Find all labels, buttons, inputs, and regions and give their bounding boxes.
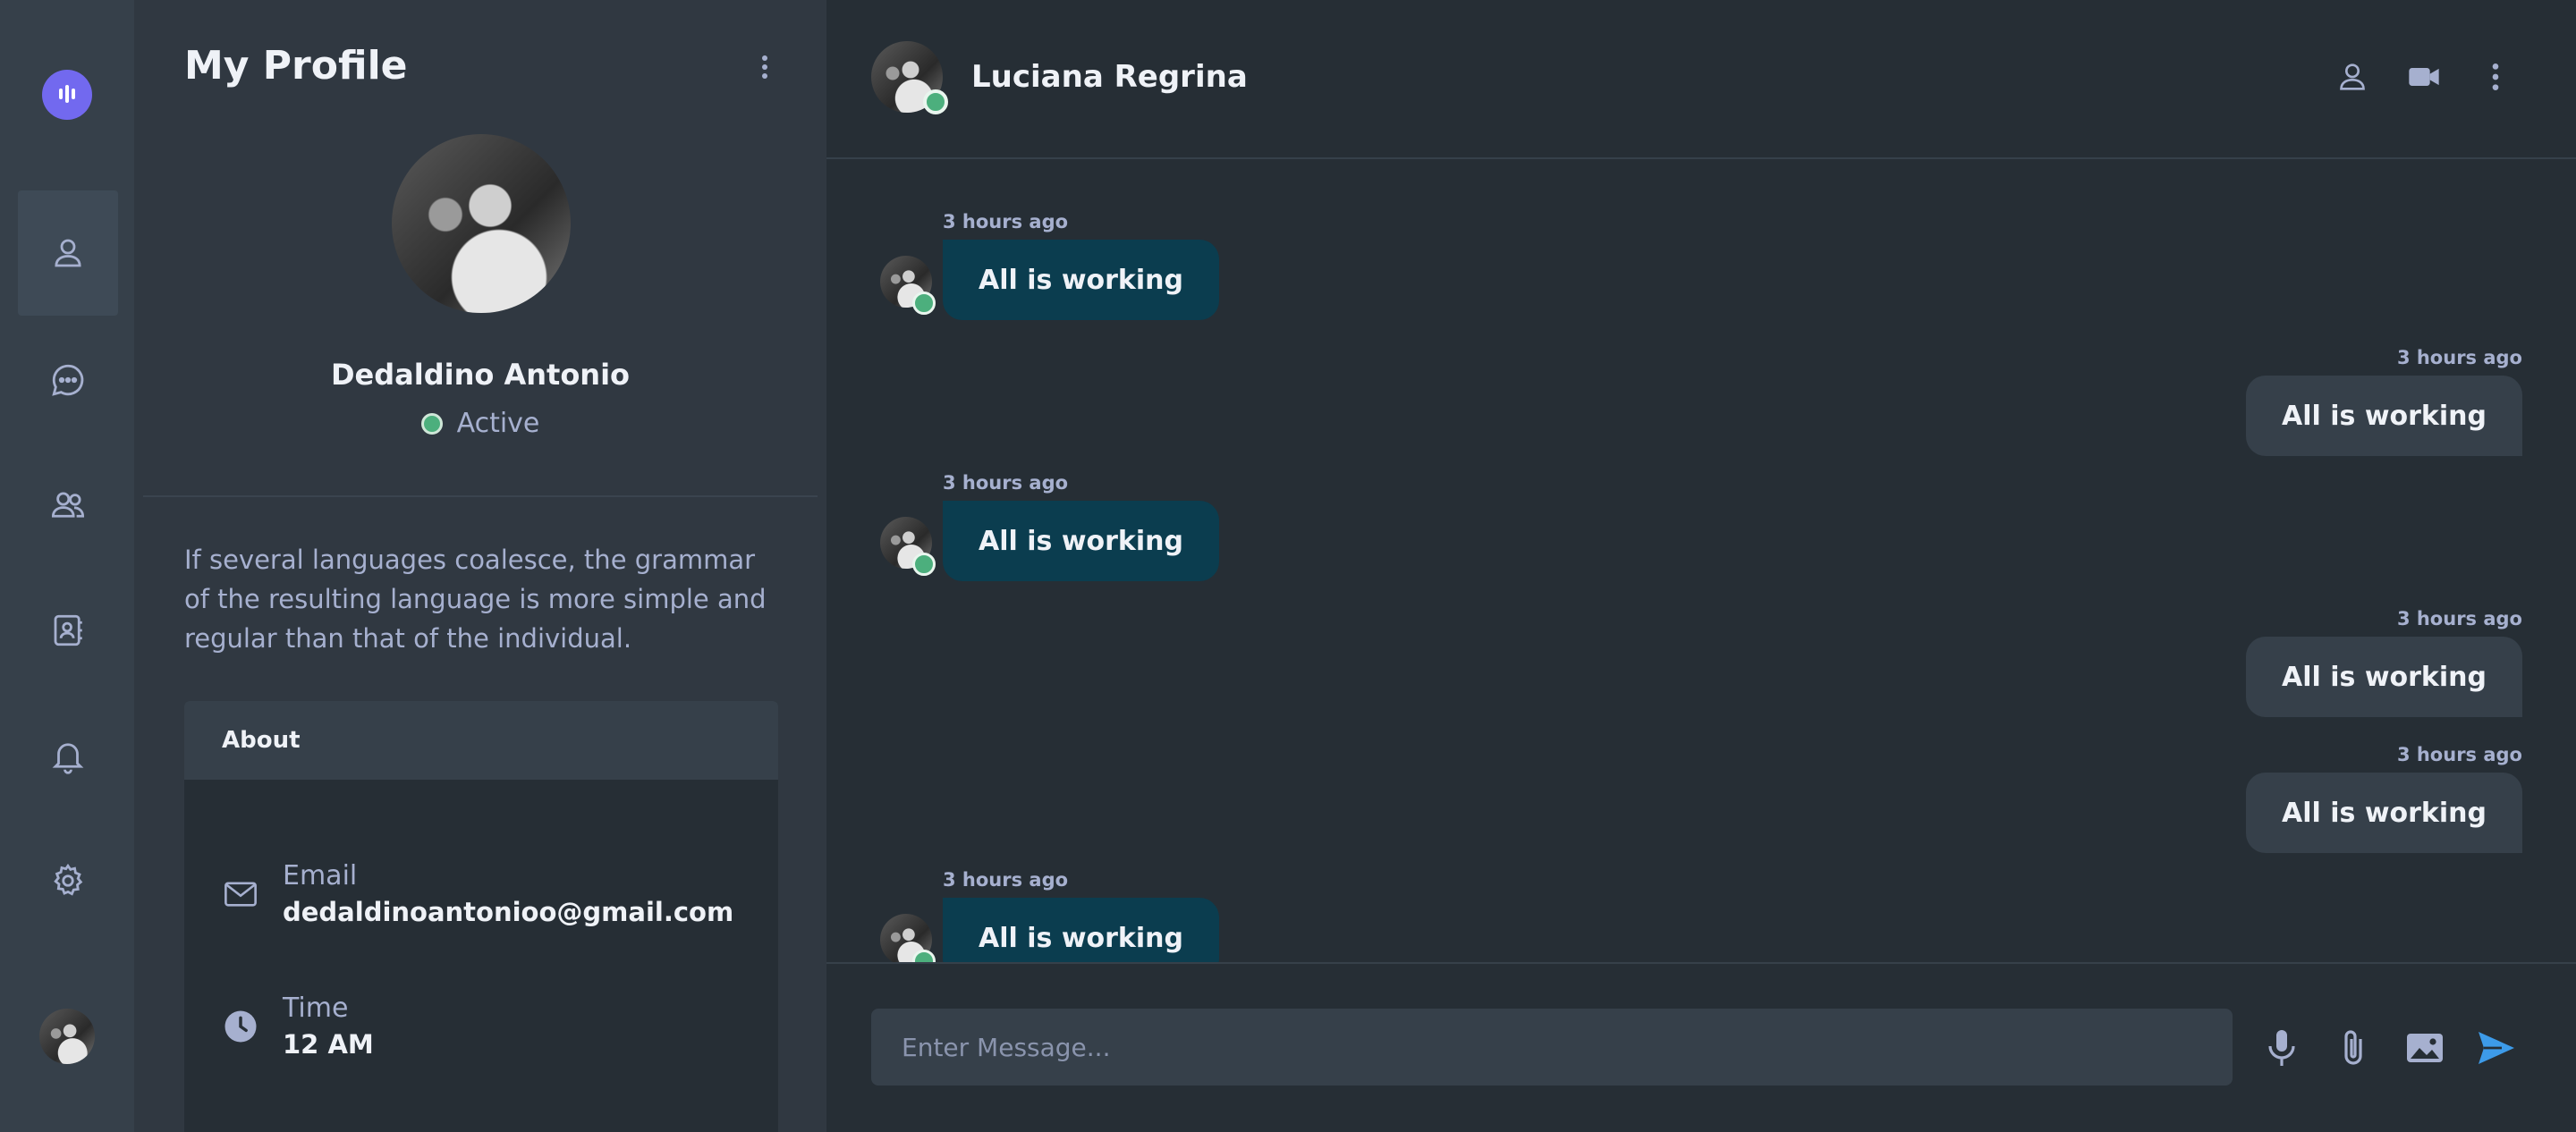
- status-label: Active: [456, 408, 540, 439]
- email-label: Email: [283, 860, 358, 891]
- chat-logo-icon[interactable]: [42, 70, 92, 120]
- about-header[interactable]: About: [184, 701, 778, 780]
- time-label: Time: [283, 993, 349, 1024]
- view-profile-button[interactable]: [2331, 57, 2374, 97]
- message-time: 3 hours ago: [943, 472, 1069, 494]
- microphone-icon: [2268, 1030, 2295, 1066]
- nav-notifications[interactable]: [18, 693, 118, 818]
- nav-settings[interactable]: [18, 818, 118, 943]
- message-time: 3 hours ago: [943, 869, 1069, 891]
- message-time: 3 hours ago: [943, 211, 1069, 232]
- online-dot-icon: [912, 553, 936, 576]
- current-user-avatar[interactable]: [39, 1009, 95, 1064]
- status-indicator: Active: [134, 408, 826, 439]
- nav-groups[interactable]: [18, 443, 118, 568]
- message-bubble[interactable]: All is working: [943, 898, 1219, 962]
- message-bubble[interactable]: All is working: [943, 240, 1219, 320]
- message-time: 3 hours ago: [2396, 347, 2522, 368]
- profile-panel: My Profile Dedaldino Antonio Active If s…: [134, 0, 826, 1132]
- send-button[interactable]: [2470, 1021, 2523, 1075]
- message-bubble[interactable]: All is working: [2246, 376, 2522, 456]
- page-title: My Profile: [184, 43, 408, 89]
- video-call-button[interactable]: [2402, 57, 2445, 97]
- bell-icon: [52, 743, 84, 774]
- more-options-icon[interactable]: [751, 52, 778, 82]
- message-incoming: 3 hours ago All is working: [880, 211, 1219, 320]
- profile-name: Dedaldino Antonio: [330, 358, 631, 392]
- message-list[interactable]: 3 hours ago All is working 3 hours ago A…: [826, 161, 2576, 962]
- message-time: 3 hours ago: [2396, 744, 2522, 765]
- nav-chats[interactable]: [18, 317, 118, 443]
- gear-icon: [54, 863, 83, 896]
- time-value: 12 AM: [283, 1029, 374, 1060]
- message-input[interactable]: [871, 1009, 2233, 1086]
- more-vertical-icon: [2492, 63, 2499, 90]
- chat-more-button[interactable]: [2474, 57, 2517, 97]
- envelope-icon: [225, 881, 257, 907]
- about-card: About Email dedaldinoantonioo@gmail.com …: [184, 701, 778, 1132]
- message-composer: [826, 962, 2576, 1132]
- online-dot-icon: [912, 950, 936, 962]
- attach-file-button[interactable]: [2326, 1021, 2380, 1075]
- profile-bio: If several languages coalesce, the gramm…: [184, 545, 767, 654]
- email-info: Email dedaldinoantonioo@gmail.com: [222, 860, 733, 927]
- nav-rail: [0, 0, 134, 1132]
- online-dot-icon: [923, 89, 948, 114]
- contact-avatar[interactable]: [871, 41, 948, 114]
- message-incoming: 3 hours ago All is working: [880, 472, 1219, 581]
- contact-name[interactable]: Luciana Regrina: [971, 59, 1248, 95]
- online-dot-icon: [420, 412, 443, 435]
- image-icon: [2407, 1034, 2443, 1062]
- divider: [143, 495, 818, 497]
- message-bubble[interactable]: All is working: [2246, 637, 2522, 717]
- chat-bubble-icon: [52, 364, 84, 396]
- contacts-icon: [54, 614, 82, 646]
- message-time: 3 hours ago: [2396, 608, 2522, 629]
- message-incoming: 3 hours ago All is working: [880, 869, 1219, 962]
- chat-window: Luciana Regrina 3 hours ago All is worki…: [826, 0, 2576, 1132]
- users-icon: [51, 492, 85, 518]
- user-icon: [55, 239, 81, 267]
- message-outgoing: 3 hours ago All is working: [2246, 744, 2522, 853]
- nav-profile[interactable]: [18, 190, 118, 316]
- chat-header: Luciana Regrina: [826, 0, 2576, 159]
- message-avatar: [880, 256, 936, 315]
- attach-image-button[interactable]: [2398, 1021, 2452, 1075]
- time-info: Time 12 AM: [222, 993, 374, 1060]
- online-dot-icon: [912, 291, 936, 315]
- message-outgoing: 3 hours ago All is working: [2246, 608, 2522, 717]
- message-outgoing: 3 hours ago All is working: [2246, 347, 2522, 456]
- user-icon: [2340, 63, 2365, 90]
- video-camera-icon: [2409, 68, 2439, 86]
- clock-icon: [225, 1010, 257, 1042]
- voice-message-button[interactable]: [2255, 1021, 2309, 1075]
- message-bubble[interactable]: All is working: [2246, 773, 2522, 853]
- paperclip-icon: [2344, 1030, 2362, 1065]
- nav-contacts[interactable]: [18, 568, 118, 693]
- profile-avatar: [392, 134, 571, 313]
- message-avatar: [880, 914, 936, 962]
- message-avatar: [880, 517, 936, 576]
- message-bubble[interactable]: All is working: [943, 501, 1219, 581]
- send-arrow-icon: [2479, 1032, 2514, 1064]
- email-value: dedaldinoantonioo@gmail.com: [283, 897, 734, 927]
